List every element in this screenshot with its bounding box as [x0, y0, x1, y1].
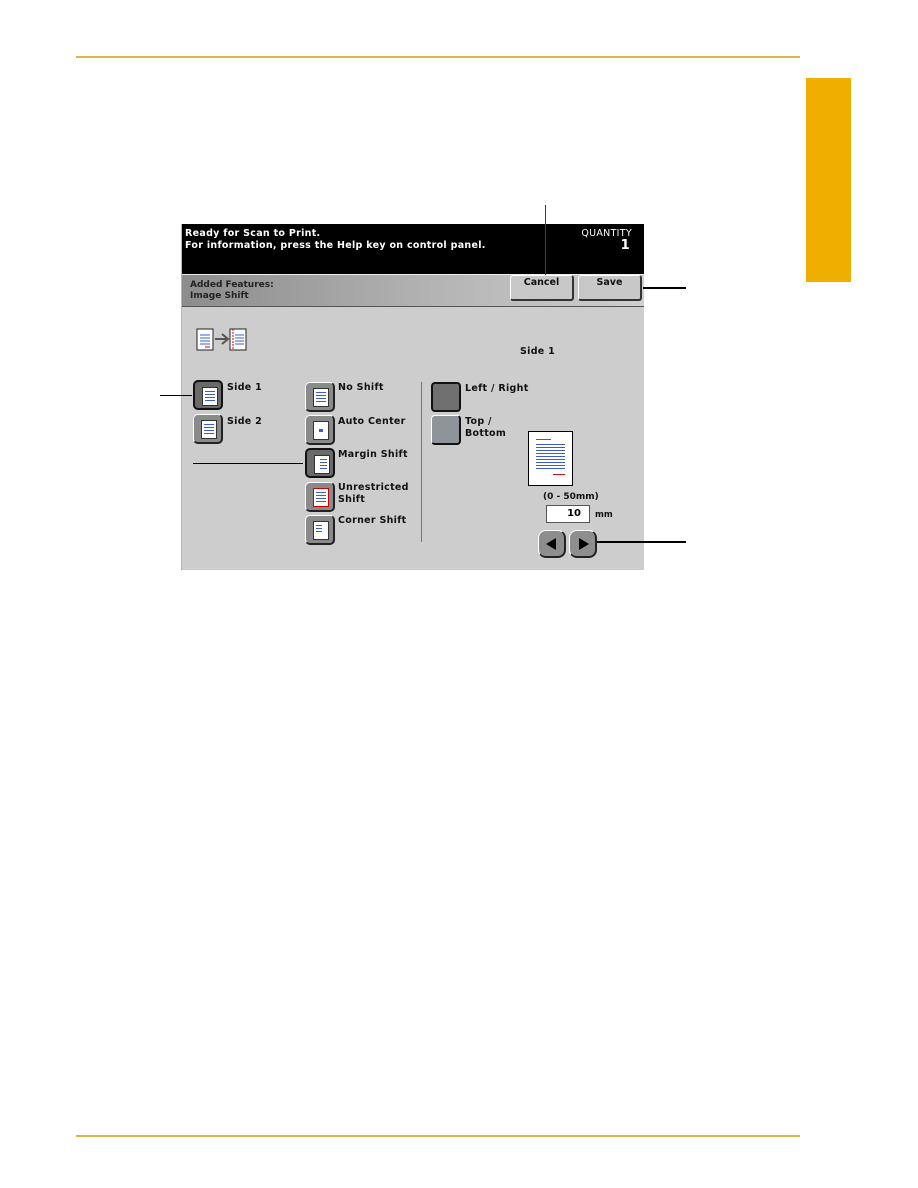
footer-rule [76, 1135, 800, 1137]
auto-center-button[interactable] [305, 415, 335, 445]
auto-center-label: Auto Center [338, 416, 406, 427]
corner-shift-button[interactable] [305, 515, 335, 545]
header-rule [76, 56, 800, 58]
image-shift-icon [196, 328, 247, 351]
top-bottom-label-1: Top / [465, 416, 492, 427]
unrestricted-shift-button[interactable] [305, 482, 335, 512]
unit-label: mm [595, 510, 613, 520]
side-2-button[interactable] [193, 414, 223, 444]
message-bar: Ready for Scan to Print. For information… [182, 224, 644, 274]
column-divider [421, 382, 422, 542]
decrease-button[interactable] [538, 530, 566, 558]
callout-arrows [597, 541, 686, 543]
shift-preview-doc [528, 431, 573, 486]
top-bottom-label-2: Bottom [465, 428, 507, 439]
side-2-doc-icon [201, 420, 217, 439]
save-button[interactable]: Save [578, 275, 642, 301]
side-2-label: Side 2 [227, 416, 263, 427]
margin-shift-icon [314, 455, 330, 474]
chapter-tab [806, 78, 851, 282]
unrestricted-shift-icon [313, 488, 329, 507]
right-arrow-icon [579, 538, 589, 550]
callout-side-1 [160, 395, 192, 396]
no-shift-label: No Shift [338, 382, 384, 393]
callout-save [643, 287, 686, 289]
side-1-doc-icon [202, 387, 218, 406]
cancel-button[interactable]: Cancel [510, 275, 574, 301]
feature-category: Added Features: [190, 280, 274, 290]
range-label: (0 - 50mm) [543, 492, 599, 502]
left-right-label: Left / Right [465, 383, 529, 394]
corner-shift-label: Corner Shift [338, 515, 407, 526]
no-shift-icon [313, 388, 329, 407]
unrestricted-shift-label: Unrestricted Shift [338, 482, 409, 505]
left-right-button[interactable] [431, 382, 461, 412]
margin-shift-button[interactable] [305, 448, 335, 478]
side-1-label: Side 1 [227, 382, 263, 393]
increase-button[interactable] [569, 530, 597, 558]
feature-title-bar: Added Features: Image Shift [182, 274, 644, 307]
callout-cancel [545, 205, 546, 275]
no-shift-button[interactable] [305, 382, 335, 412]
top-bottom-button[interactable] [431, 415, 461, 445]
side-1-button[interactable] [193, 380, 223, 410]
help-message: For information, press the Help key on c… [185, 240, 486, 251]
current-side-label: Side 1 [520, 346, 556, 357]
feature-name: Image Shift [190, 291, 249, 301]
touch-screen: Ready for Scan to Print. For information… [181, 224, 644, 570]
left-arrow-icon [546, 538, 556, 550]
auto-center-icon [313, 421, 329, 440]
callout-margin-shift [193, 463, 303, 464]
margin-shift-label: Margin Shift [338, 449, 408, 460]
margin-value-field[interactable]: 10 [546, 505, 590, 523]
status-message: Ready for Scan to Print. [185, 228, 321, 239]
quantity-value: 1 [620, 238, 630, 253]
corner-shift-icon [313, 521, 329, 540]
